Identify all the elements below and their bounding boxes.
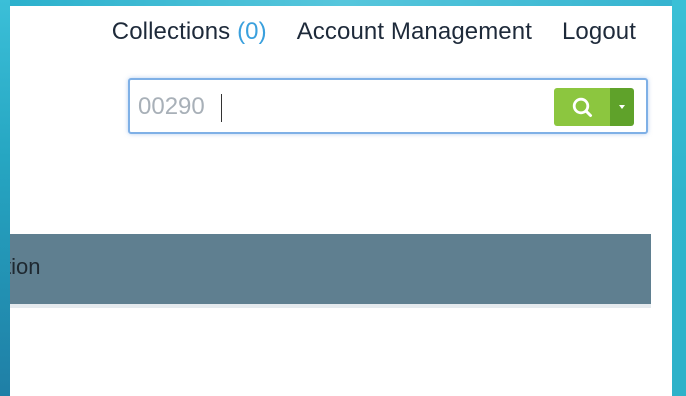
collections-count: (0) [237, 18, 267, 45]
frame-right-border [672, 0, 686, 396]
page-content: Collections (0) Account Management Logou… [10, 6, 672, 396]
account-management-link[interactable]: Account Management [297, 18, 532, 46]
caret-down-icon [619, 105, 625, 109]
text-cursor [221, 94, 222, 122]
search-box [128, 78, 648, 134]
column-header-label: tion [10, 254, 41, 279]
frame-left-border [0, 0, 10, 396]
table-header-bar: tion [10, 234, 651, 308]
search-button-group [554, 88, 634, 126]
collections-label: Collections [111, 18, 231, 45]
search-options-dropdown[interactable] [610, 88, 634, 126]
collections-link[interactable]: Collections (0) [112, 18, 267, 46]
search-icon [572, 97, 592, 117]
logout-link[interactable]: Logout [562, 18, 636, 46]
search-input[interactable] [138, 90, 538, 124]
search-button[interactable] [554, 88, 610, 126]
top-navigation: Collections (0) Account Management Logou… [112, 18, 636, 46]
